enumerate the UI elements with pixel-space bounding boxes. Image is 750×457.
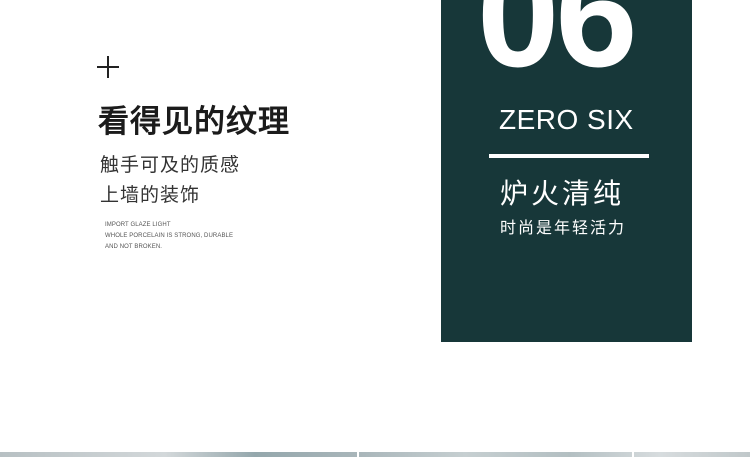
small-text-line-3: AND NOT BROKEN. (105, 244, 163, 250)
plus-icon (97, 56, 119, 78)
panel-en-label: ZERO SIX (499, 104, 634, 135)
small-text-line-1: IMPORT GLAZE LIGHT (105, 222, 171, 228)
small-text-line-2: WHOLE PORCELAIN IS STRONG, DURABLE (105, 233, 234, 239)
photo-strip-gap (357, 452, 359, 457)
photo-strip (0, 452, 750, 457)
subtitle-line-1: 触手可及的质感 (100, 154, 241, 176)
panel-cn-subtitle: 时尚是年轻活力 (500, 218, 627, 237)
photo-strip-gap (632, 452, 634, 457)
panel-divider (489, 154, 649, 158)
panel-cn-title: 炉火清纯 (500, 177, 625, 210)
panel-number: 06 (477, 0, 638, 98)
subtitle-line-2: 上墙的装饰 (100, 184, 201, 206)
page-title: 看得见的纹理 (98, 104, 290, 140)
feature-panel: 06 ZERO SIX 炉火清纯 时尚是年轻活力 (441, 0, 692, 342)
